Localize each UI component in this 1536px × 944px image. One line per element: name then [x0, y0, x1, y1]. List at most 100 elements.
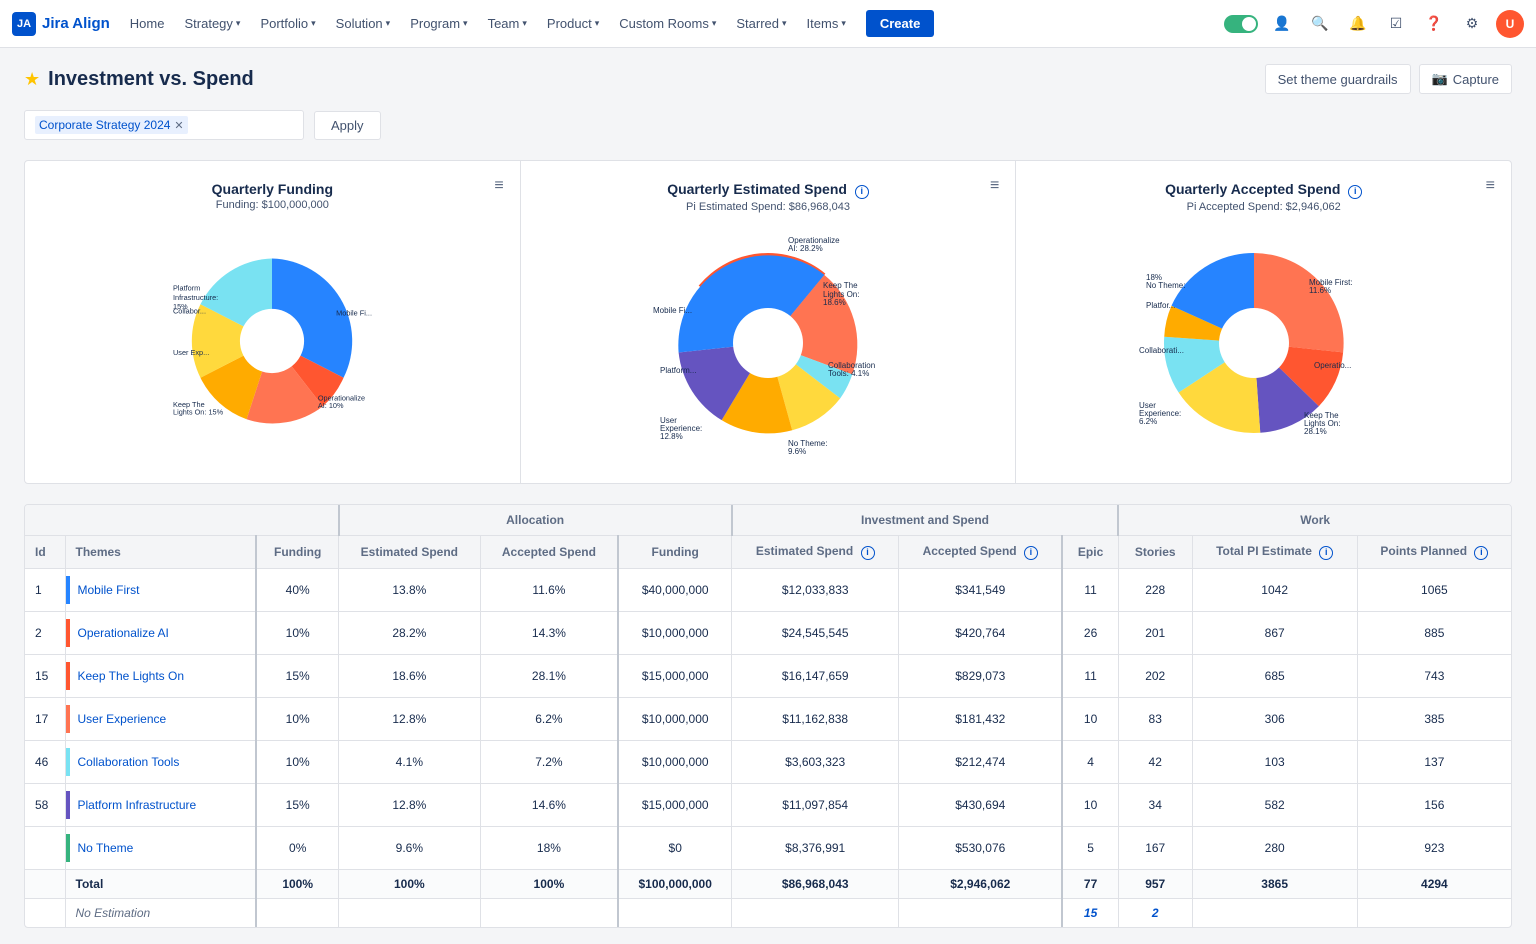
chart-container-accepted: Mobile First: 11.6% Operatio... Keep The… [1036, 223, 1491, 463]
points-planned-col-info-icon[interactable]: i [1474, 546, 1488, 560]
cell-inv-est-spend: $8,376,991 [732, 827, 899, 870]
table-row: 46 Collaboration Tools 10% 4.1% 7.2% $10… [25, 741, 1511, 784]
nav-home[interactable]: Home [122, 12, 173, 35]
star-icon[interactable]: ★ [24, 69, 40, 90]
nav-solution[interactable]: Solution▾ [328, 12, 399, 35]
cell-total-pi: 3865 [1192, 870, 1357, 899]
pie-chart-estimated: Keep The Lights On: 18.6% Collaboration … [628, 223, 908, 463]
nav-product[interactable]: Product▾ [539, 12, 607, 35]
nav-team[interactable]: Team▾ [480, 12, 535, 35]
chart-menu-accepted[interactable]: ≡ [1486, 177, 1495, 195]
svg-text:12.8%: 12.8% [660, 432, 683, 441]
nav-portfolio[interactable]: Portfolio▾ [252, 12, 323, 35]
cell-inv-funding: $15,000,000 [618, 655, 731, 698]
create-button[interactable]: Create [866, 10, 934, 37]
cell-points-planned: 385 [1357, 698, 1511, 741]
cell-alloc-acc-spend: 14.6% [480, 784, 618, 827]
svg-text:Platform...: Platform... [660, 366, 696, 375]
chart-subtitle-accepted: Pi Accepted Spend: $2,946,062 [1036, 201, 1491, 213]
cell-alloc-acc-spend: 6.2% [480, 698, 618, 741]
col-id: Id [25, 536, 65, 569]
checkbox-icon[interactable]: ☑ [1382, 10, 1410, 38]
svg-text:Tools: 4.1%: Tools: 4.1% [828, 369, 869, 378]
table-row: 15 Keep The Lights On 15% 18.6% 28.1% $1… [25, 655, 1511, 698]
chart-subtitle-funding: Funding: $100,000,000 [45, 199, 500, 211]
help-icon[interactable]: ❓ [1420, 10, 1448, 38]
page-title: Investment vs. Spend [48, 68, 254, 91]
svg-text:Keep The: Keep The [823, 281, 858, 290]
cell-total-epic: 77 [1062, 870, 1118, 899]
cell-inv-funding: $10,000,000 [618, 698, 731, 741]
svg-text:28.1%: 28.1% [1304, 427, 1327, 436]
theme-link[interactable]: Operationalize AI [78, 626, 169, 640]
nav-strategy[interactable]: Strategy▾ [176, 12, 248, 35]
cell-points-planned: 885 [1357, 612, 1511, 655]
theme-link[interactable]: Mobile First [78, 583, 140, 597]
chart-menu-funding[interactable]: ≡ [494, 177, 503, 195]
chart-menu-estimated[interactable]: ≡ [990, 177, 999, 195]
col-group-allocation: Allocation [339, 505, 732, 536]
theme-link[interactable]: Platform Infrastructure [78, 798, 197, 812]
cell-alloc-est-spend: 28.2% [339, 612, 481, 655]
nav-program[interactable]: Program▾ [402, 12, 475, 35]
settings-icon[interactable]: ⚙ [1458, 10, 1486, 38]
cell-alloc-acc-spend: 11.6% [480, 569, 618, 612]
avatar[interactable]: U [1496, 10, 1524, 38]
filter-tag-remove[interactable]: ✕ [174, 119, 183, 132]
chart-title-estimated: Quarterly Estimated Spend i [541, 181, 996, 199]
app-logo[interactable]: JA Jira Align [12, 12, 110, 36]
bell-icon[interactable]: 🔔 [1344, 10, 1372, 38]
acc-spend-col-info-icon[interactable]: i [1024, 546, 1038, 560]
cell-alloc-funding: 10% [256, 741, 338, 784]
logo-icon: JA [12, 12, 36, 36]
custom-rooms-chevron-icon: ▾ [712, 18, 717, 29]
cell-no-est-stories: 2 [1118, 899, 1192, 928]
col-inv-est-spend: Estimated Spend i [732, 536, 899, 569]
cell-id: 58 [25, 784, 65, 827]
cell-total-inv-est: $86,968,043 [732, 870, 899, 899]
user-icon[interactable]: 👤 [1268, 10, 1296, 38]
nav-items[interactable]: Items▾ [799, 12, 854, 35]
accepted-spend-info-icon[interactable]: i [1348, 185, 1362, 199]
svg-text:Infrastructure:: Infrastructure: [173, 293, 218, 302]
est-spend-col-info-icon[interactable]: i [861, 546, 875, 560]
chart-title-accepted: Quarterly Accepted Spend i [1036, 181, 1491, 199]
cell-total-inv-acc: $2,946,062 [899, 870, 1063, 899]
cell-id: 1 [25, 569, 65, 612]
theme-link[interactable]: No Theme [78, 841, 134, 855]
apply-button[interactable]: Apply [314, 111, 381, 140]
cell-inv-funding: $40,000,000 [618, 569, 731, 612]
program-chevron-icon: ▾ [463, 18, 468, 29]
cell-points-planned: 137 [1357, 741, 1511, 784]
cell-alloc-funding: 10% [256, 612, 338, 655]
cell-inv-acc-spend: $341,549 [899, 569, 1063, 612]
strategy-chevron-icon: ▾ [236, 18, 241, 29]
theme-link[interactable]: Collaboration Tools [78, 755, 180, 769]
theme-link[interactable]: Keep The Lights On [78, 669, 185, 683]
nav-custom-rooms[interactable]: Custom Rooms▾ [611, 12, 724, 35]
theme-link[interactable]: User Experience [78, 712, 167, 726]
set-theme-guardrails-button[interactable]: Set theme guardrails [1265, 64, 1411, 94]
items-chevron-icon: ▾ [841, 18, 846, 29]
search-icon[interactable]: 🔍 [1306, 10, 1334, 38]
col-inv-funding: Funding [618, 536, 731, 569]
svg-text:AI: 10%: AI: 10% [318, 401, 344, 410]
col-group-work: Work [1118, 505, 1511, 536]
col-points-planned: Points Planned i [1357, 536, 1511, 569]
table-row: 2 Operationalize AI 10% 28.2% 14.3% $10,… [25, 612, 1511, 655]
cell-epic: 4 [1062, 741, 1118, 784]
product-chevron-icon: ▾ [595, 18, 600, 29]
cell-inv-est-spend: $12,033,833 [732, 569, 899, 612]
chart-container-funding: Mobile Fi... Operationalize AI: 10% Keep… [45, 221, 500, 461]
col-epic: Epic [1062, 536, 1118, 569]
total-pi-col-info-icon[interactable]: i [1319, 546, 1333, 560]
capture-button[interactable]: 📷 Capture [1419, 64, 1512, 94]
nav-starred[interactable]: Starred▾ [728, 12, 794, 35]
estimated-spend-info-icon[interactable]: i [855, 185, 869, 199]
chart-quarterly-funding: ≡ Quarterly Funding Funding: $100,000,00… [25, 161, 520, 483]
filter-input[interactable]: Corporate Strategy 2024 ✕ [24, 110, 304, 140]
cell-inv-funding: $0 [618, 827, 731, 870]
cell-theme: Keep The Lights On [65, 655, 256, 698]
cell-no-est-label: No Estimation [65, 899, 256, 928]
toggle-switch[interactable] [1224, 15, 1258, 33]
